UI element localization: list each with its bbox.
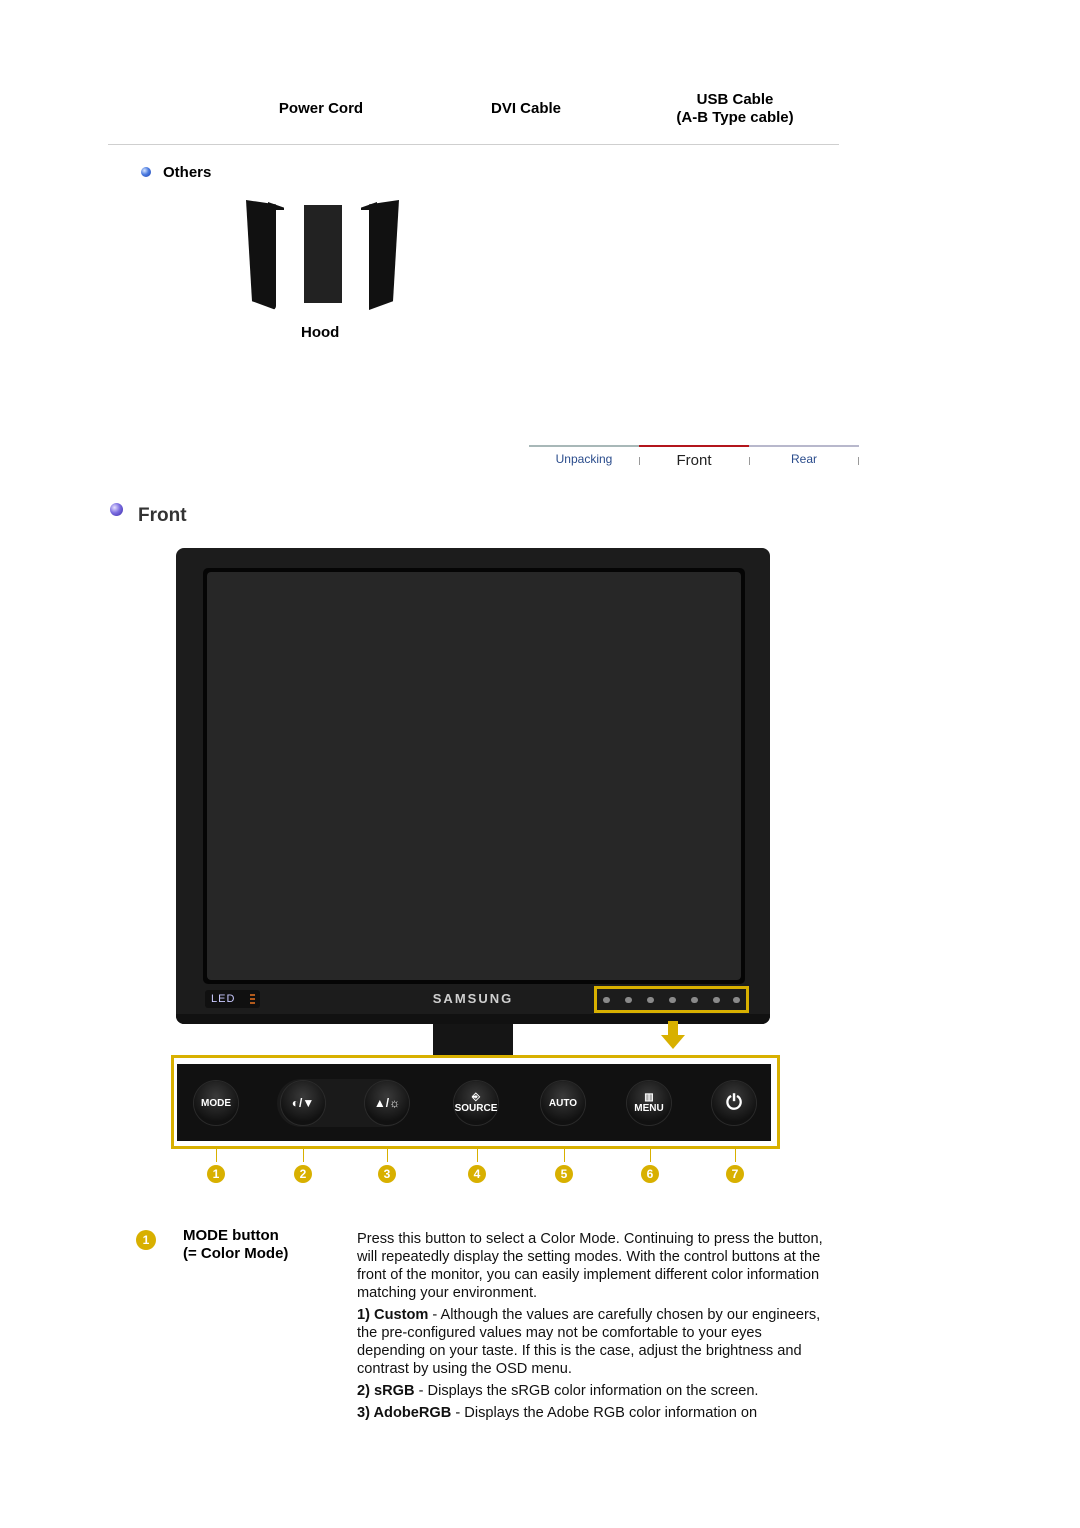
mode-item: 3) AdobeRGB - Displays the Adobe RGB col… <box>357 1404 827 1422</box>
description-body: Press this button to select a Color Mode… <box>357 1230 827 1426</box>
mode-button[interactable]: MODE <box>194 1081 238 1125</box>
menu-button[interactable]: ▥ MENU <box>627 1081 671 1125</box>
leader-line <box>564 1149 565 1162</box>
tab-rear[interactable]: Rear <box>749 452 859 466</box>
hood-right-panel <box>369 200 399 310</box>
monitor-front-image: LED SAMSUNG <box>176 548 770 1024</box>
monitor-screen <box>207 572 741 980</box>
callout-number: 1 <box>207 1165 225 1183</box>
menu-icon: ▥ <box>644 1092 654 1103</box>
up-brightness-button[interactable]: ▲/☼ <box>365 1081 409 1125</box>
description-title: MODE button (= Color Mode) <box>183 1227 288 1263</box>
menu-button-label: MENU <box>634 1103 664 1114</box>
mini-button <box>625 997 632 1003</box>
mini-button <box>691 997 698 1003</box>
leader-line <box>650 1149 651 1162</box>
mode-item: 2) sRGB - Displays the sRGB color inform… <box>357 1382 827 1400</box>
leader-line <box>735 1149 736 1162</box>
leader-line <box>387 1149 388 1162</box>
hood-left-lip <box>268 202 284 210</box>
bullet-icon <box>141 167 151 177</box>
section-title: Front <box>138 505 187 526</box>
tab-unpacking[interactable]: Unpacking <box>529 452 639 466</box>
usb-cable-label-line1: USB Cable <box>696 91 774 108</box>
hood-label: Hood <box>301 324 340 341</box>
contrast-down-button[interactable]: ◐/▼ <box>281 1081 325 1125</box>
tab-underline <box>529 445 639 447</box>
mode-item-label: 3) AdobeRGB <box>357 1405 452 1421</box>
description-title-line2: (= Color Mode) <box>183 1245 289 1262</box>
usb-cable-label: USB Cable (A-B Type cable) <box>655 91 815 127</box>
mini-button <box>733 997 740 1003</box>
callout-number: 5 <box>555 1165 573 1183</box>
hood-back-panel <box>304 205 342 303</box>
mini-button <box>669 997 676 1003</box>
callout-number: 3 <box>378 1165 396 1183</box>
description-title-line1: MODE button <box>183 1227 279 1244</box>
callout-number: 4 <box>468 1165 486 1183</box>
power-button[interactable]: ⏻ <box>712 1081 756 1125</box>
leader-line <box>477 1149 478 1162</box>
callout-number: 6 <box>641 1165 659 1183</box>
others-heading: Others <box>163 164 212 181</box>
button-panel: MODE ◐/▼ ▲/☼ ⎆ SOURCE AUTO ▥ MENU ⏻ <box>177 1064 771 1141</box>
mini-button <box>713 997 720 1003</box>
description-number: 1 <box>136 1230 156 1250</box>
mini-button <box>603 997 610 1003</box>
power-cord-label: Power Cord <box>278 100 364 117</box>
callout-number: 7 <box>726 1165 744 1183</box>
leader-line <box>216 1149 217 1162</box>
mode-item-text: - Displays the sRGB color information on… <box>414 1383 759 1399</box>
dvi-cable-label: DVI Cable <box>490 100 562 117</box>
tab-separator <box>858 457 859 465</box>
description-intro: Press this button to select a Color Mode… <box>357 1231 823 1301</box>
usb-cable-label-line2: (A-B Type cable) <box>676 109 794 126</box>
hood-right-lip <box>361 202 377 210</box>
source-icon: ⎆ <box>472 1092 480 1103</box>
source-button[interactable]: ⎆ SOURCE <box>454 1081 498 1125</box>
bullet-icon <box>110 503 123 516</box>
tab-underline <box>749 445 859 447</box>
section-tabs: Unpacking Front Rear <box>529 445 859 475</box>
mode-item-label: 2) sRGB <box>357 1383 415 1399</box>
callout-number: 2 <box>294 1165 312 1183</box>
mini-button <box>647 997 654 1003</box>
source-button-label: SOURCE <box>454 1103 498 1114</box>
control-buttons-highlight <box>594 986 749 1013</box>
divider <box>108 144 839 145</box>
tab-underline-active <box>639 445 749 447</box>
mode-item-label: 1) Custom <box>357 1307 429 1323</box>
mode-item-text: - Displays the Adobe RGB color informati… <box>451 1405 758 1421</box>
auto-button[interactable]: AUTO <box>541 1081 585 1125</box>
leader-line <box>303 1149 304 1162</box>
monitor-bottom-edge <box>176 1014 770 1024</box>
mode-item: 1) Custom - Although the values are care… <box>357 1306 827 1378</box>
monitor-bezel <box>203 568 745 984</box>
tab-front[interactable]: Front <box>639 452 749 469</box>
hood-left-panel <box>246 200 276 310</box>
